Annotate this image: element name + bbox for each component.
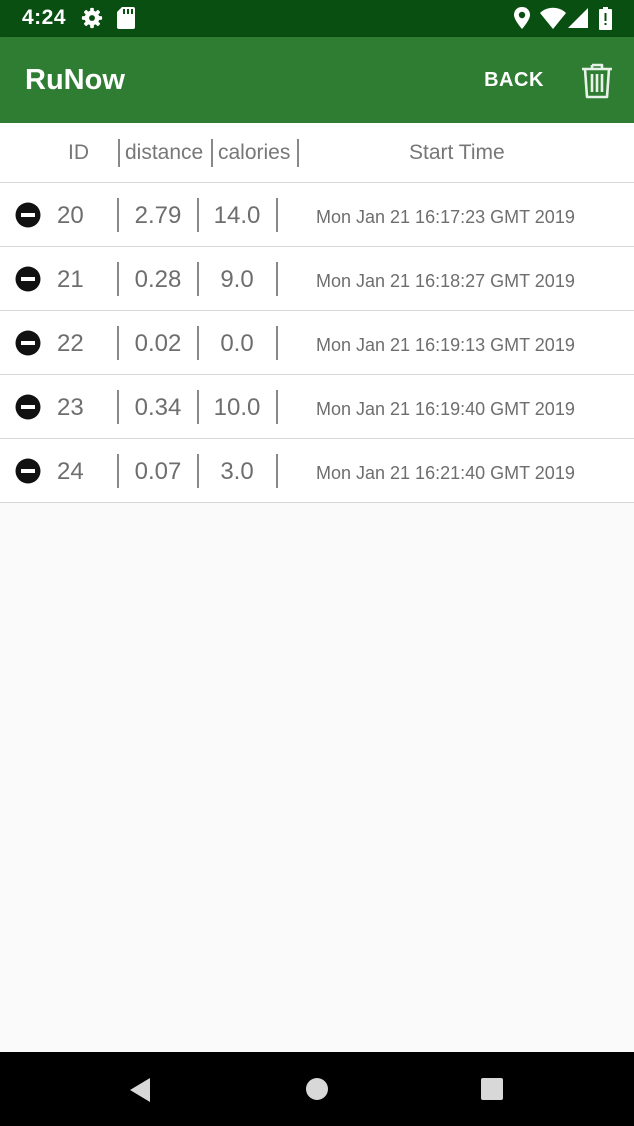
remove-icon[interactable] [15,458,41,484]
cell-divider [276,198,278,232]
wifi-icon [540,7,566,34]
cell-distance: 0.34 [134,394,182,421]
table-row: 24 0.07 3.0 Mon Jan 21 16:21:40 GMT 2019 [0,439,634,503]
table-row: 23 0.34 10.0 Mon Jan 21 16:19:40 GMT 201… [0,375,634,439]
cell-distance: 0.28 [134,266,182,293]
delete-all-button[interactable] [576,59,618,101]
cell-id: 24 [57,458,84,485]
nav-recents-icon[interactable] [481,1078,503,1105]
cell-calories: 3.0 [220,458,254,485]
cell-id: 22 [57,330,84,357]
table-row: 21 0.28 9.0 Mon Jan 21 16:18:27 GMT 2019 [0,247,634,311]
cell-start-time: Mon Jan 21 16:18:27 GMT 2019 [316,271,575,291]
cell-start-time: Mon Jan 21 16:21:40 GMT 2019 [316,463,575,483]
remove-icon[interactable] [15,266,41,292]
back-button[interactable]: BACK [472,59,556,101]
cell-divider [276,262,278,296]
cell-start-time: Mon Jan 21 16:19:40 GMT 2019 [316,399,575,419]
remove-icon[interactable] [15,202,41,228]
header-distance: distance [125,141,204,164]
cell-divider [276,326,278,360]
cell-start-time: Mon Jan 21 16:19:13 GMT 2019 [316,335,575,355]
status-bar: 4:24 [0,0,634,37]
table-row: 20 2.79 14.0 Mon Jan 21 16:17:23 GMT 201… [0,183,634,247]
remove-icon[interactable] [15,394,41,420]
signal-icon [568,7,588,34]
header-id: ID [68,141,89,164]
nav-home-icon[interactable] [305,1077,329,1106]
cell-distance: 0.02 [134,330,182,357]
cell-calories: 0.0 [220,330,254,357]
cell-id: 21 [57,266,84,293]
header-divider [297,139,299,167]
table-row: 22 0.02 0.0 Mon Jan 21 16:19:13 GMT 2019 [0,311,634,375]
cell-id: 20 [57,202,84,229]
cell-calories: 10.0 [213,394,261,421]
cell-id: 23 [57,394,84,421]
cell-divider [276,454,278,488]
sd-card-icon [117,7,135,34]
header-divider [118,139,120,167]
app-bar: RuNow BACK [0,37,634,123]
settings-icon [81,7,103,34]
status-time: 4:24 [22,6,67,29]
location-icon [513,7,531,34]
cell-start-time: Mon Jan 21 16:17:23 GMT 2019 [316,207,575,227]
remove-icon[interactable] [15,330,41,356]
cell-distance: 0.07 [134,458,182,485]
trash-icon [576,63,618,105]
cell-distance: 2.79 [134,202,182,229]
nav-back-icon[interactable] [128,1077,152,1108]
app-title: RuNow [25,64,125,96]
cell-calories: 9.0 [220,266,254,293]
battery-icon [599,7,612,35]
table-header: ID distance calories Start Time [0,123,634,183]
navigation-bar [0,1052,634,1126]
header-start-time: Start Time [409,141,505,164]
header-calories: calories [218,141,291,164]
cell-divider [276,390,278,424]
header-divider [211,139,213,167]
cell-calories: 14.0 [213,202,261,229]
